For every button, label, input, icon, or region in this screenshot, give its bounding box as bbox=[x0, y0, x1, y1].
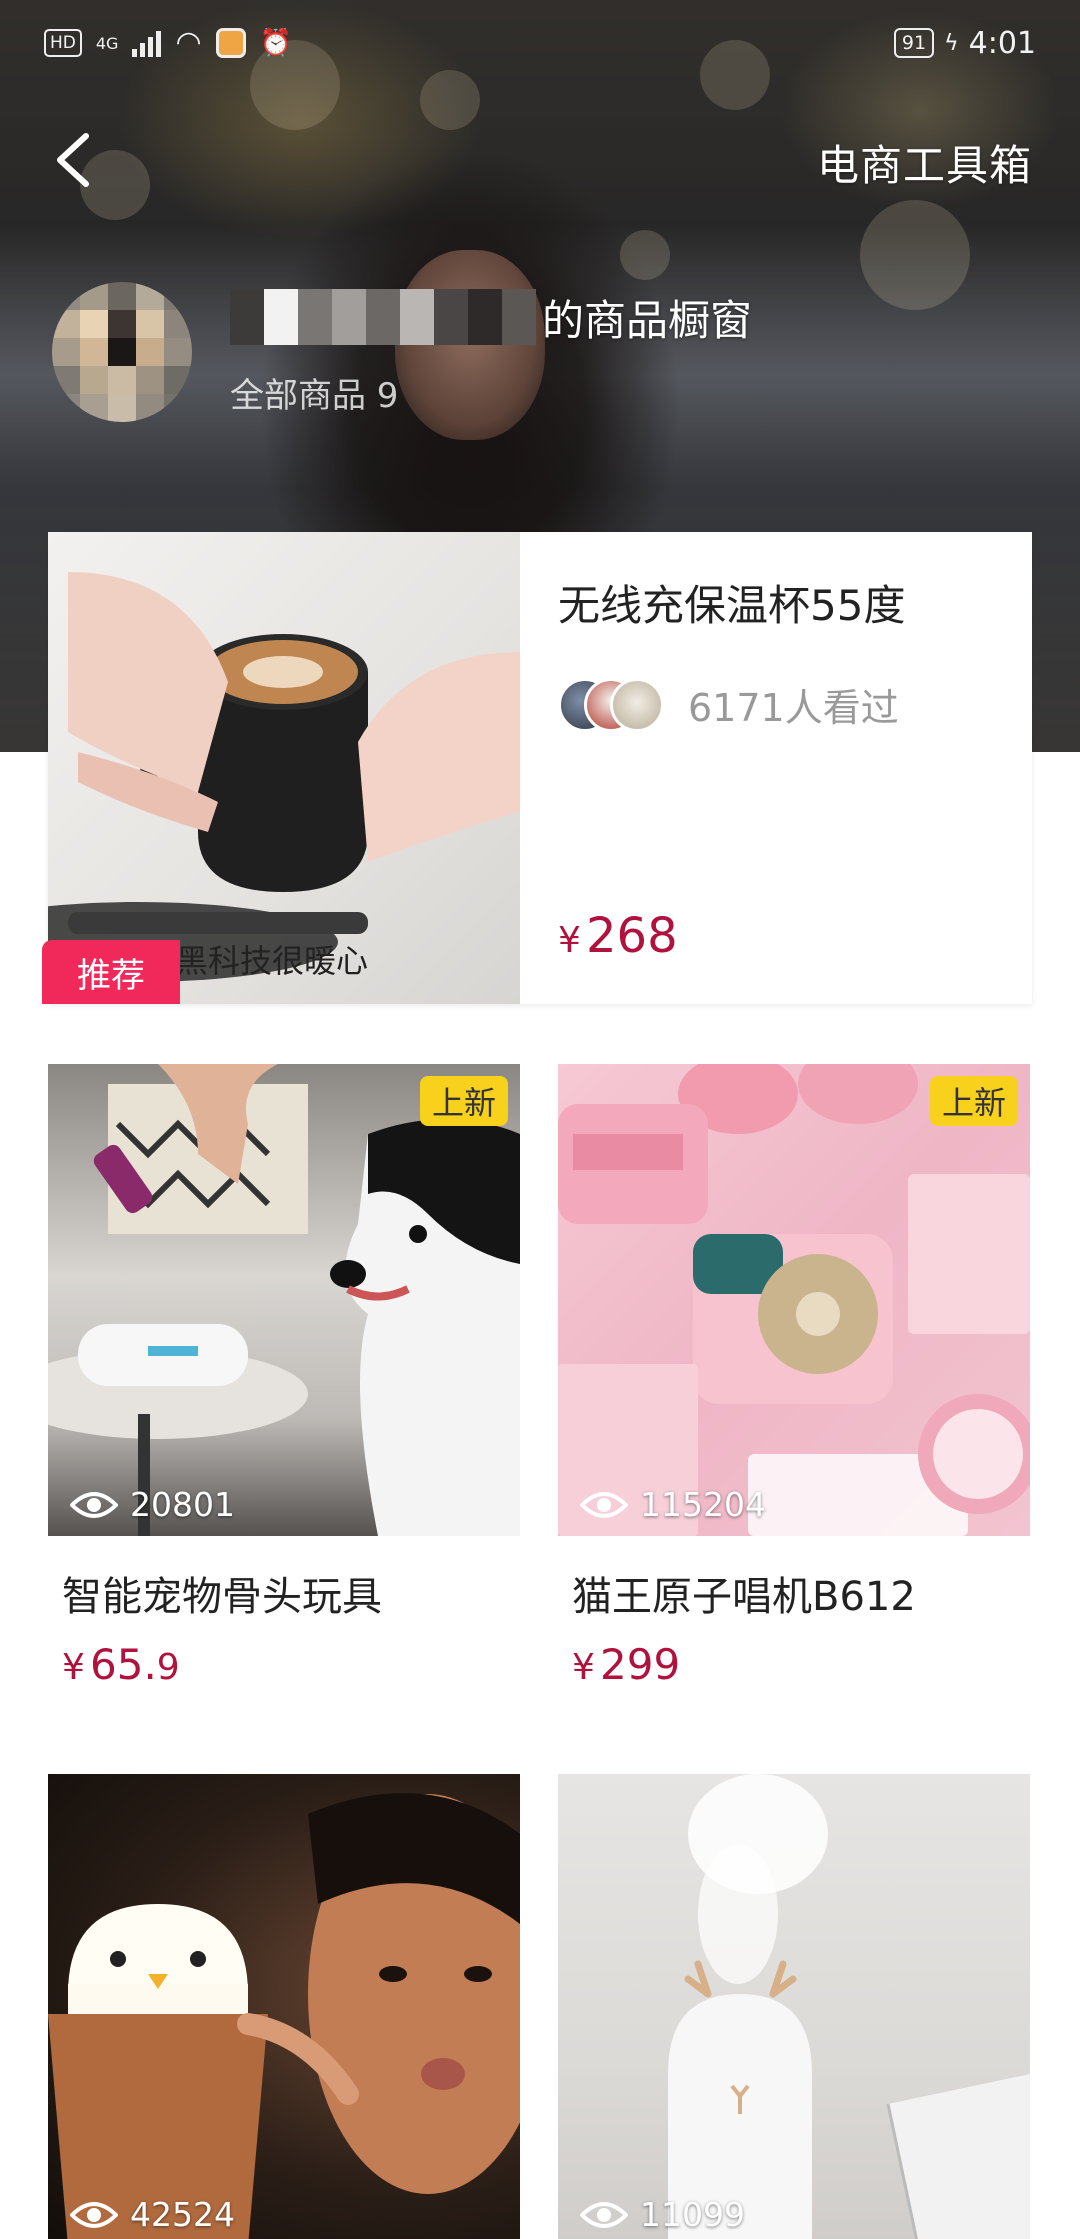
network-type: 4G bbox=[95, 34, 119, 53]
product-image: 上新 115204 bbox=[558, 1064, 1030, 1536]
charging-icon: ϟ bbox=[944, 30, 959, 56]
view-count: 11099 bbox=[580, 2195, 745, 2234]
featured-product-card[interactable]: 黑科技很暖心 无线充保温杯55度 6171人看过 ¥ 268 bbox=[48, 532, 1032, 1004]
featured-product-image: 黑科技很暖心 bbox=[48, 532, 520, 1004]
ecommerce-toolbox-button[interactable]: 电商工具箱 bbox=[817, 132, 1032, 193]
view-count-value: 115204 bbox=[640, 1485, 766, 1524]
currency-symbol: ¥ bbox=[558, 920, 581, 961]
shop-title-row: 的商品橱窗 bbox=[230, 282, 752, 352]
recommend-badge: 推荐 bbox=[42, 940, 180, 1004]
price-value: 268 bbox=[586, 908, 678, 964]
eye-icon bbox=[580, 2201, 628, 2228]
product-price: ¥ 299 bbox=[558, 1640, 1030, 1689]
signal-icon bbox=[132, 29, 162, 57]
eye-icon bbox=[70, 2201, 118, 2228]
viewers-count: 6171人看过 bbox=[688, 686, 899, 730]
product-image: 上新 20801 bbox=[48, 1064, 520, 1536]
product-price: ¥ 65.9 bbox=[48, 1640, 520, 1689]
featured-info: 无线充保温杯55度 6171人看过 ¥ 268 bbox=[520, 532, 1032, 1004]
status-bar: HD 4G ◠ ⏰ 91 ϟ 4:01 bbox=[0, 0, 1080, 86]
featured-caption: 黑科技很暖心 bbox=[176, 942, 369, 980]
view-count: 42524 bbox=[70, 2195, 235, 2234]
product-name: 猫王原子唱机B612 bbox=[572, 1574, 916, 1620]
featured-price: ¥ 268 bbox=[558, 908, 678, 964]
product-card[interactable]: 11099 bbox=[558, 1774, 1030, 2239]
currency-symbol: ¥ bbox=[572, 1647, 595, 1688]
price-decimal: 9 bbox=[156, 1647, 180, 1688]
eye-icon bbox=[70, 1491, 118, 1518]
blurred-username bbox=[230, 289, 536, 345]
product-image: 42524 bbox=[48, 1774, 520, 2239]
featured-product-name: 无线充保温杯55度 bbox=[558, 581, 906, 630]
all-products-count[interactable]: 全部商品 9 bbox=[230, 368, 398, 417]
hd-indicator: HD bbox=[44, 29, 82, 57]
view-count: 20801 bbox=[70, 1485, 235, 1524]
view-count-value: 20801 bbox=[130, 1485, 235, 1524]
shop-title: 的商品橱窗 bbox=[542, 295, 753, 345]
shop-avatar[interactable] bbox=[52, 282, 192, 422]
back-arrow-icon[interactable] bbox=[52, 132, 96, 188]
price-value: 65. bbox=[90, 1640, 157, 1689]
notification-app-icon bbox=[215, 28, 246, 58]
new-badge: 上新 bbox=[419, 1076, 508, 1126]
product-name: 智能宠物骨头玩具 bbox=[62, 1574, 382, 1620]
view-count-value: 42524 bbox=[130, 2195, 235, 2234]
product-card[interactable]: 42524 bbox=[48, 1774, 520, 2239]
product-card[interactable]: 上新 115204 猫王原子唱机B612 ¥ 299 bbox=[558, 1064, 1030, 1689]
eye-icon bbox=[580, 1491, 628, 1518]
viewers-row: 6171人看过 bbox=[558, 677, 994, 732]
clock: 4:01 bbox=[968, 25, 1036, 61]
view-count-value: 11099 bbox=[640, 2195, 745, 2234]
wifi-icon: ◠ bbox=[175, 25, 202, 60]
currency-symbol: ¥ bbox=[62, 1647, 85, 1688]
product-card[interactable]: 上新 20801 智能宠物骨头玩具 ¥ 65.9 bbox=[48, 1064, 520, 1689]
view-count: 115204 bbox=[580, 1485, 766, 1524]
new-badge: 上新 bbox=[929, 1076, 1018, 1126]
product-image: 11099 bbox=[558, 1774, 1030, 2239]
battery-icon: 91 bbox=[893, 28, 935, 58]
alarm-icon: ⏰ bbox=[259, 28, 293, 58]
viewer-avatars bbox=[558, 677, 664, 732]
price-value: 299 bbox=[600, 1640, 681, 1689]
